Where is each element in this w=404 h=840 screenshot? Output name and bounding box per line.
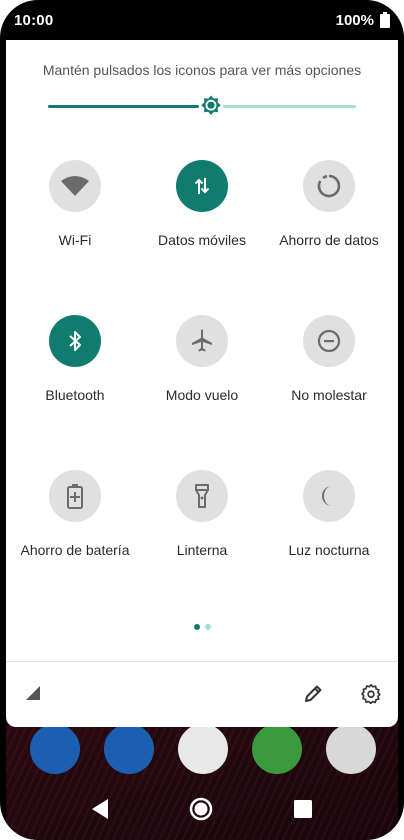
bluetooth-icon [69, 331, 81, 351]
phone-app-icon[interactable] [30, 724, 80, 774]
data-saver-icon [317, 174, 341, 198]
page-dot-inactive[interactable] [205, 624, 211, 630]
quick-settings-panel: Mantén pulsados los iconos para ver más … [6, 40, 398, 727]
tile-label: Datos móviles [158, 232, 246, 248]
navigation-bar [0, 780, 404, 840]
tile-battery-saver-button[interactable] [49, 470, 101, 522]
tile-label: Ahorro de datos [279, 232, 379, 248]
tile-label: Modo vuelo [165, 387, 239, 403]
gear-icon[interactable] [360, 683, 382, 705]
apps-drawer-icon[interactable] [178, 724, 228, 774]
chrome-app-icon[interactable] [252, 724, 302, 774]
flashlight-icon [195, 484, 209, 508]
battery-saver-icon [67, 484, 83, 509]
mobile-data-icon [194, 178, 210, 194]
tile-label: Wi-Fi [58, 232, 92, 248]
tile-label: No molestar [291, 387, 367, 403]
phone-frame: 10:00 100% Mantén pulsados los iconos pa… [0, 0, 404, 840]
brightness-slider[interactable] [48, 94, 356, 118]
camera-app-icon[interactable] [326, 724, 376, 774]
tile-bluetooth[interactable]: Bluetooth [10, 315, 140, 425]
night-light-icon [322, 486, 332, 506]
home-dock [6, 724, 398, 774]
tile-battery-saver[interactable]: Ahorro de batería [10, 470, 140, 580]
long-press-hint: Mantén pulsados los iconos para ver más … [42, 62, 362, 78]
tile-airplane-mode[interactable]: Modo vuelo [137, 315, 267, 425]
tile-bluetooth-button[interactable] [49, 315, 101, 367]
tile-night-light-button[interactable] [303, 470, 355, 522]
tile-label: Bluetooth [45, 387, 105, 403]
tile-airplane-mode-button[interactable] [176, 315, 228, 367]
tile-data-saver-button[interactable] [303, 160, 355, 212]
tile-label: Linterna [176, 542, 228, 558]
tile-wifi-button[interactable] [49, 160, 101, 212]
tile-label: Luz nocturna [288, 542, 370, 558]
tile-data-saver[interactable]: Ahorro de datos [264, 160, 394, 270]
footer-divider [6, 661, 398, 662]
brightness-thumb-icon[interactable] [199, 94, 223, 118]
battery-percentage: 100% [335, 12, 374, 29]
tile-wifi[interactable]: Wi-Fi [10, 160, 140, 270]
tile-flashlight-button[interactable] [176, 470, 228, 522]
status-time: 10:00 [14, 12, 54, 29]
page-indicator [192, 624, 222, 632]
tile-mobile-data[interactable]: Datos móviles [137, 160, 267, 270]
home-button-icon[interactable] [188, 796, 214, 822]
tile-night-light[interactable]: Luz nocturna [264, 470, 394, 580]
tile-mobile-data-button[interactable] [176, 160, 228, 212]
do-not-disturb-icon [317, 329, 341, 353]
edit-icon[interactable] [302, 683, 324, 705]
battery-icon [380, 12, 390, 28]
wifi-icon [61, 176, 89, 196]
recents-button-icon[interactable] [290, 796, 316, 822]
status-bar: 10:00 100% [0, 0, 404, 40]
tile-flashlight[interactable]: Linterna [137, 470, 267, 580]
messages-app-icon[interactable] [104, 724, 154, 774]
airplane-icon [192, 329, 212, 352]
page-dot-active [194, 624, 200, 630]
tile-label: Ahorro de batería [20, 542, 130, 558]
display-notch [88, 0, 316, 34]
brightness-track-filled [48, 105, 199, 108]
signal-icon [26, 686, 40, 700]
brightness-track-empty [223, 105, 356, 108]
back-button-icon[interactable] [88, 796, 114, 822]
tile-do-not-disturb[interactable]: No molestar [264, 315, 394, 425]
tile-do-not-disturb-button[interactable] [303, 315, 355, 367]
